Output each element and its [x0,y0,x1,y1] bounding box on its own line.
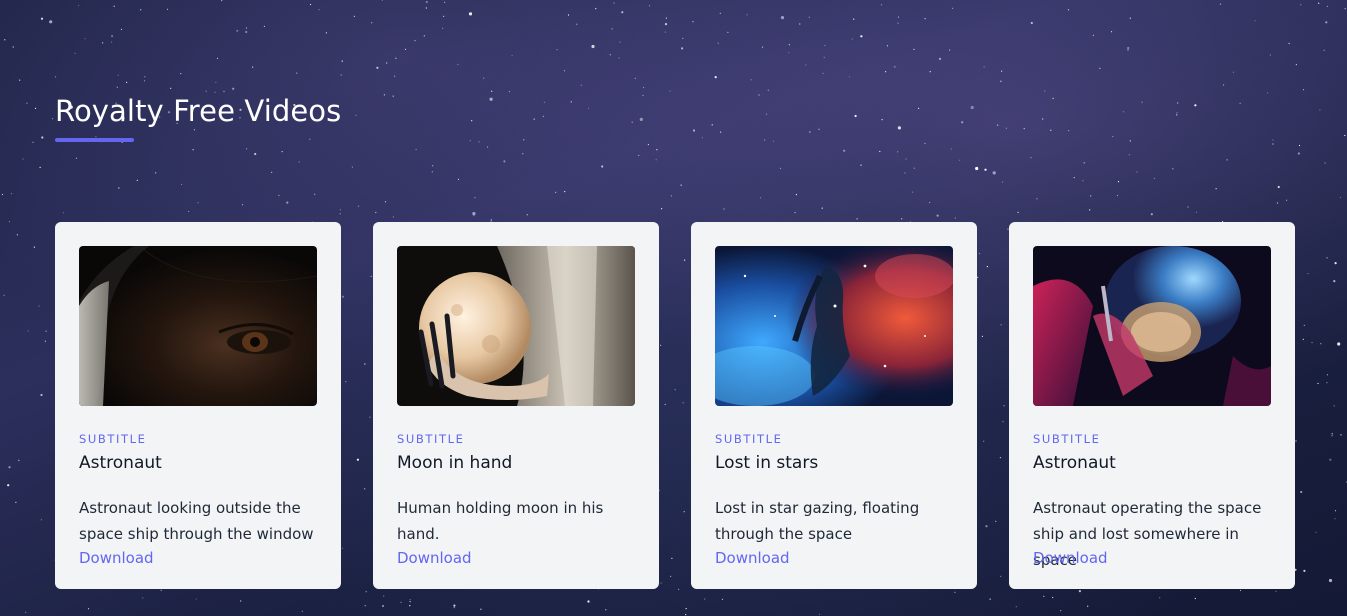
star [40,393,43,397]
star [1315,531,1317,533]
star [32,141,34,143]
star [18,459,20,461]
star [8,221,10,223]
star [1337,342,1341,346]
card-description: Lost in star gazing, floating through th… [715,499,920,543]
card-title: Astronaut [79,453,162,473]
star [1297,152,1300,155]
video-card: SUBTITLE Astronaut Astronaut operating t… [1009,222,1295,589]
star [1323,49,1325,51]
star [44,340,47,342]
title-underline [55,138,134,142]
star [1307,272,1309,275]
card-subtitle: SUBTITLE [1033,432,1101,446]
star [1326,382,1328,384]
star [1344,134,1346,137]
star [33,246,36,248]
card-title: Astronaut [1033,453,1116,473]
star [1300,4,1302,6]
star [45,330,47,332]
star [49,20,53,24]
moon-in-hand-image [397,246,635,406]
card-subtitle: SUBTITLE [715,432,783,446]
star [1295,440,1297,442]
star [1333,280,1336,283]
card-description: Astronaut operating the space ship and l… [1033,499,1262,569]
star [12,46,14,48]
video-card: SUBTITLE Astronaut Astronaut looking out… [55,222,341,589]
nebula-figure-image [715,246,953,406]
star [22,158,24,160]
star [1334,518,1336,520]
star [1334,262,1337,265]
star [1320,343,1322,345]
card-title: Lost in stars [715,453,819,473]
star [40,519,43,521]
star [1,193,4,196]
download-link[interactable]: Download [1033,547,1108,569]
card-subtitle: SUBTITLE [79,432,147,446]
star [1311,341,1313,344]
star [3,294,5,296]
star [1328,578,1333,583]
star [1331,435,1333,437]
star [1325,21,1328,24]
star [1303,324,1305,326]
star [34,107,37,109]
download-link[interactable]: Download [79,547,154,569]
star [1317,382,1319,385]
star [1331,433,1333,435]
download-link[interactable]: Download [715,547,790,569]
card-description: Astronaut looking outside the space ship… [79,499,314,543]
video-card: SUBTITLE Lost in stars Lost in star gazi… [691,222,977,589]
star [1326,5,1328,7]
star [40,17,44,20]
star [19,79,21,81]
video-card: SUBTITLE Moon in hand Human holding moon… [373,222,659,589]
star [10,193,13,195]
star [1300,490,1303,494]
star [1318,2,1320,4]
videos-section: Royalty Free Videos SUBTITLE Astronaut A… [55,0,1295,616]
star [52,118,54,120]
star [1334,510,1337,512]
star [7,484,10,487]
star [38,305,40,307]
star [27,330,29,332]
star [1319,109,1321,111]
star [41,136,44,139]
star [16,234,18,236]
star [1333,405,1335,407]
star [1326,257,1328,259]
card-description: Human holding moon in his hand. [397,499,604,543]
card-grid: SUBTITLE Astronaut Astronaut looking out… [55,222,1295,589]
star [1303,569,1306,573]
star [1339,196,1341,198]
star [26,102,28,104]
star [25,611,27,613]
star [1302,89,1305,91]
star [8,466,11,469]
astronaut-helmet-image [1033,246,1271,406]
star [39,166,41,168]
star [1344,8,1346,10]
astronaut-eye-image [79,246,317,406]
star [1295,64,1297,66]
star [1340,434,1342,436]
card-title: Moon in hand [397,453,513,473]
star [1298,144,1301,147]
star [1329,458,1332,461]
star [4,39,6,41]
star [1324,162,1326,164]
star [1326,374,1329,376]
star [1302,338,1304,340]
page-title: Royalty Free Videos [55,94,342,128]
star [15,501,17,503]
download-link[interactable]: Download [397,547,472,569]
card-subtitle: SUBTITLE [397,432,465,446]
